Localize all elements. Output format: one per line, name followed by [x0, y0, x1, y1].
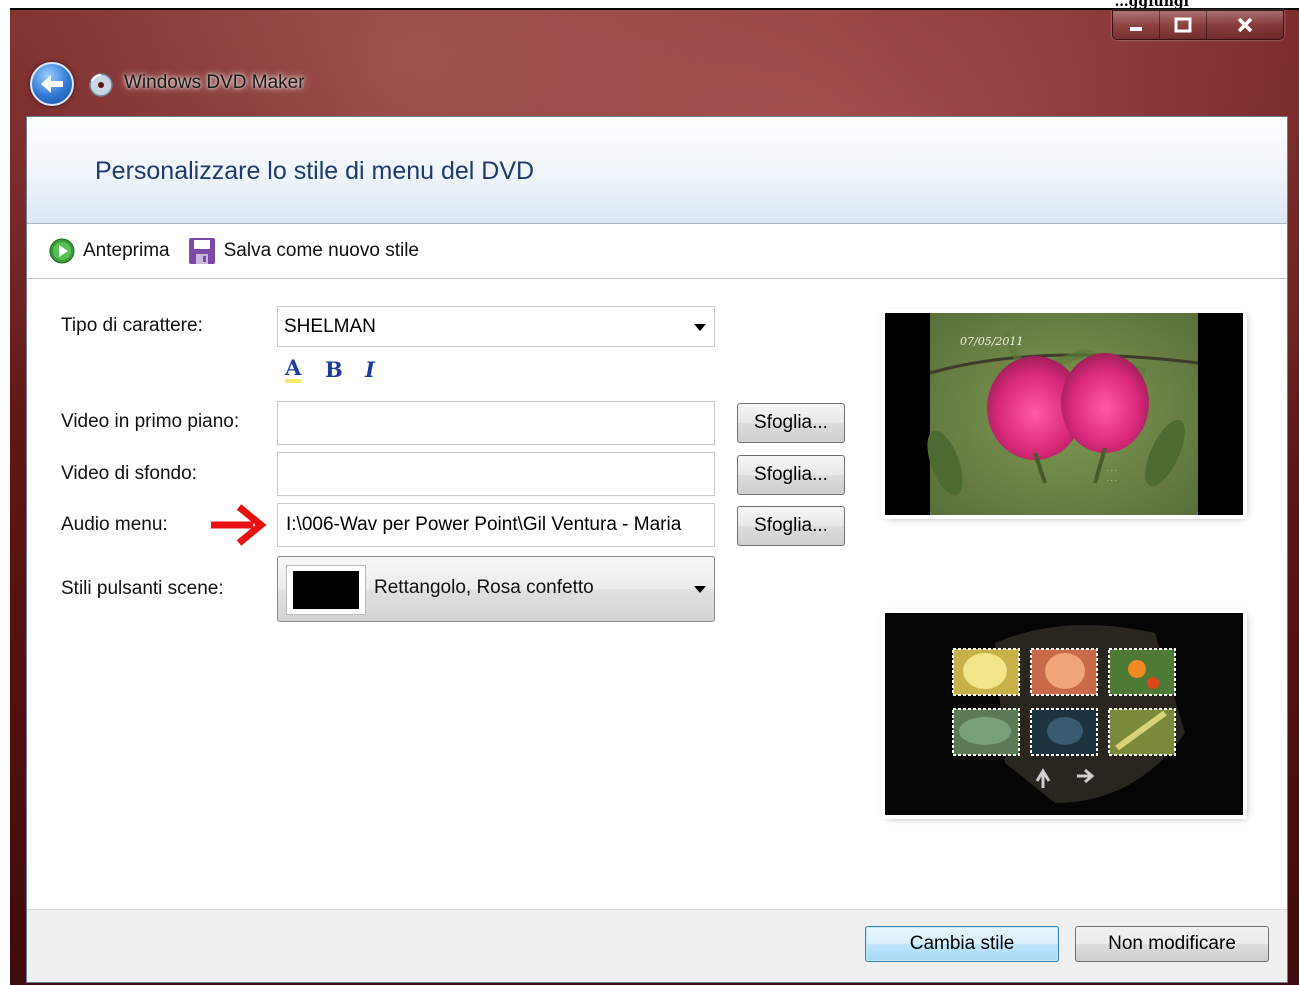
chevron-down-icon [694, 586, 706, 593]
browse-audio-button[interactable]: Sfoglia... [737, 506, 845, 546]
font-dropdown[interactable]: SHELMAN [277, 306, 715, 347]
toolbar: Anteprima Salva come nuovo stile [27, 224, 1287, 279]
save-style-label: Salva come nuovo stile [223, 240, 419, 261]
scene-buttons-label: Stili pulsanti scene: [61, 578, 224, 599]
audio-menu-label: Audio menu: [61, 514, 168, 535]
menu-preview: 07/05/2011 · · · · · · [885, 313, 1243, 515]
back-arrow-icon [41, 75, 63, 93]
client-area: Personalizzare lo stile di menu del DVD … [26, 116, 1288, 983]
floppy-disk-icon [188, 238, 215, 264]
red-arrow-icon [211, 504, 267, 546]
font-label: Tipo di carattere: [61, 315, 203, 336]
play-icon [49, 238, 75, 264]
preview-date: 07/05/2011 [960, 335, 1023, 348]
audio-menu-input[interactable]: I:\006-Wav per Power Point\Gil Ventura -… [277, 503, 715, 547]
font-color-button[interactable]: A [285, 357, 302, 383]
close-button[interactable] [1207, 11, 1283, 39]
scene-button-swatch [286, 565, 366, 615]
maximize-icon [1174, 17, 1192, 33]
bold-button[interactable]: B [325, 357, 343, 382]
scene-button-style-value: Rettangolo, Rosa confetto [374, 577, 594, 598]
save-style-button[interactable]: Salva come nuovo stile [188, 237, 419, 265]
chevron-down-icon [694, 323, 706, 331]
svg-text:· · ·: · · · [1107, 478, 1117, 485]
footer-band: Cambia stile Non modificare [27, 909, 1287, 982]
swatch-color [293, 571, 359, 609]
cancel-button[interactable]: Non modificare [1075, 926, 1269, 962]
scene-button-style-dropdown[interactable]: Rettangolo, Rosa confetto [277, 556, 715, 622]
minimize-icon [1130, 27, 1142, 31]
caption-buttons [1112, 10, 1284, 40]
flower-photo-image: 07/05/2011 · · · · · · [885, 313, 1243, 515]
font-value: SHELMAN [284, 315, 376, 337]
background-video-input[interactable] [277, 452, 715, 496]
close-icon [1237, 17, 1253, 33]
foreground-video-input[interactable] [277, 401, 715, 445]
maximize-button[interactable] [1160, 11, 1207, 39]
background-video-label: Video di sfondo: [61, 463, 197, 484]
minimize-button[interactable] [1113, 11, 1160, 39]
preview-button[interactable]: Anteprima [49, 238, 170, 264]
preview-label: Anteprima [83, 240, 170, 261]
change-style-button[interactable]: Cambia stile [865, 926, 1059, 962]
foreground-video-label: Video in primo piano: [61, 411, 240, 432]
browse-background-button[interactable]: Sfoglia... [737, 455, 845, 495]
italic-button[interactable]: I [365, 357, 375, 382]
svg-text:· · ·: · · · [1107, 468, 1117, 475]
header-band: Personalizzare lo stile di menu del DVD [27, 117, 1287, 224]
window-title: Windows DVD Maker [124, 72, 305, 93]
page-title: Personalizzare lo stile di menu del DVD [95, 157, 535, 185]
dvd-maker-icon [89, 73, 113, 97]
scenes-thumbnails-image [885, 613, 1243, 815]
back-button[interactable] [30, 62, 74, 106]
partial-caption-text: …ggiungi [1114, 0, 1189, 8]
browse-foreground-button[interactable]: Sfoglia... [737, 403, 845, 443]
audio-menu-value: I:\006-Wav per Power Point\Gil Ventura -… [286, 514, 682, 535]
scenes-preview [885, 613, 1243, 815]
